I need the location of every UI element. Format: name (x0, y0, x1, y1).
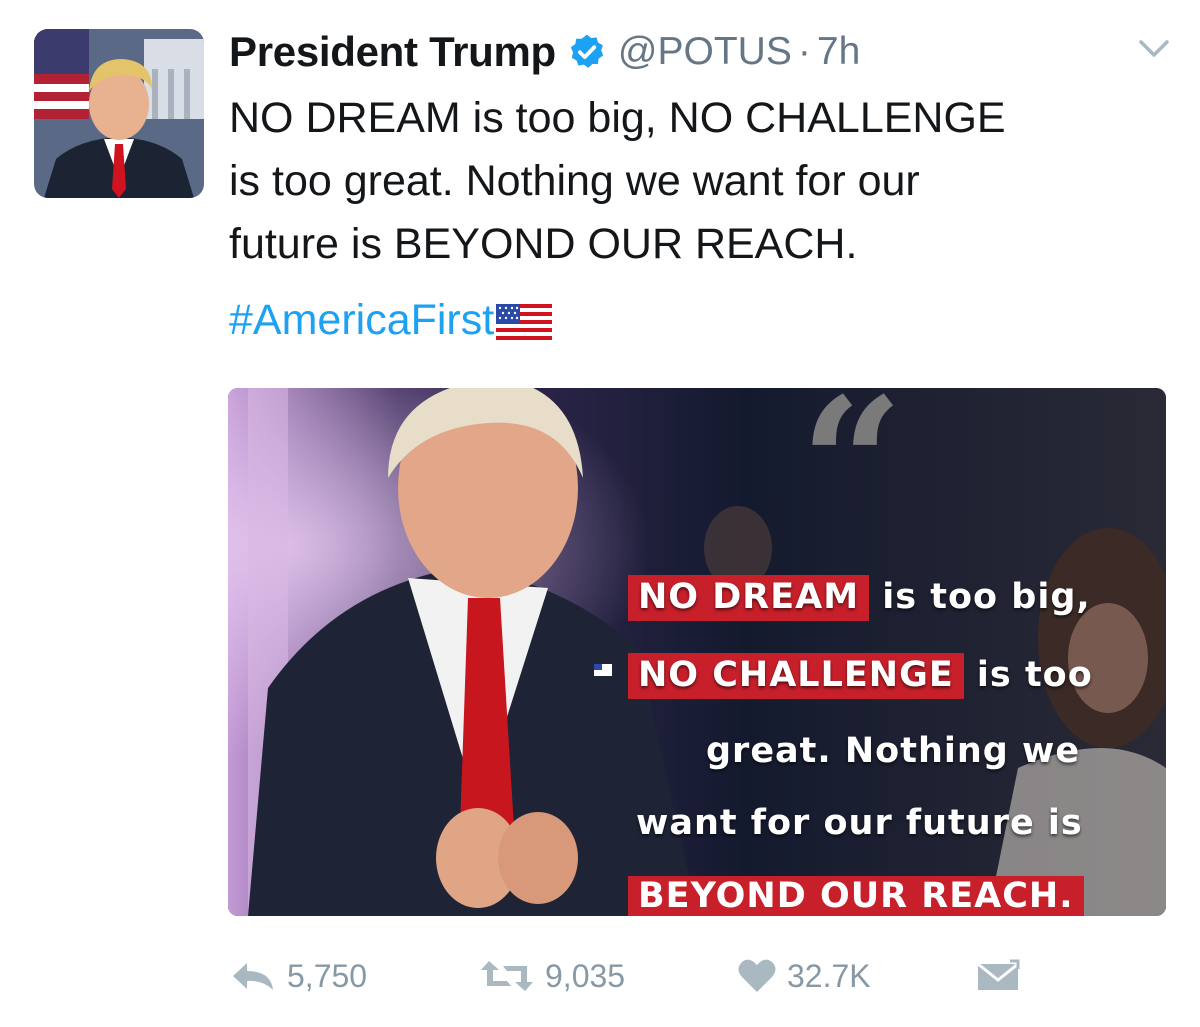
tweet-text: NO DREAM is too big, NO CHALLENGE is too… (229, 87, 1169, 276)
verified-badge-icon (570, 34, 604, 68)
caret-down-icon[interactable] (1138, 38, 1170, 60)
quote-mark-icon: “ (800, 359, 904, 570)
media-quote-line: NO DREAM is too big, (628, 575, 1091, 621)
tweet: President Trump @POTUS · 7h NO DREAM is … (0, 0, 1200, 1027)
retweet-count: 9,035 (545, 957, 626, 994)
like-button[interactable]: 32.7K (737, 946, 871, 1006)
media-quote-line: NO CHALLENGE is too (628, 653, 1093, 699)
author-handle[interactable]: @POTUS (618, 30, 792, 74)
media-quote-text: is too (963, 655, 1093, 695)
reply-button[interactable]: 5,750 (229, 946, 367, 1006)
us-flag-emoji-icon (496, 304, 553, 340)
direct-message-icon (977, 959, 1020, 990)
tweet-header: President Trump @POTUS · 7h (229, 22, 860, 82)
media-quote-highlight: NO DREAM (628, 575, 870, 621)
tweet-timestamp[interactable]: 7h (817, 30, 860, 74)
media-quote-line: BEYOND OUR REACH. (628, 876, 1084, 916)
tweet-text-line: NO DREAM is too big, NO CHALLENGE (229, 94, 1006, 142)
tweet-actions: 5,750 9,035 32.7K (229, 946, 1049, 1006)
media-quote-highlight: NO CHALLENGE (628, 653, 964, 699)
header-separator: · (797, 30, 811, 73)
media-quote-text: is too big, (869, 577, 1091, 617)
like-count: 32.7K (787, 957, 871, 994)
tweet-text-line: future is BEYOND OUR REACH. (229, 220, 858, 268)
retweet-icon (481, 961, 533, 991)
reply-count: 5,750 (287, 957, 368, 994)
author-avatar[interactable] (34, 29, 204, 198)
direct-message-button[interactable] (976, 946, 1020, 1006)
hashtag-link[interactable]: #AmericaFirst (229, 296, 494, 345)
media-quote-highlight: BEYOND OUR REACH. (628, 876, 1084, 916)
tweet-text-line: is too great. Nothing we want for our (229, 157, 920, 205)
media-quote-line: great. Nothing we (706, 731, 1081, 771)
heart-icon (738, 959, 776, 992)
author-name[interactable]: President Trump (229, 28, 556, 76)
hashtag-row: #AmericaFirst (229, 290, 553, 350)
reply-icon (233, 963, 273, 990)
media-quote-line: want for our future is (636, 803, 1083, 843)
retweet-button[interactable]: 9,035 (479, 946, 625, 1006)
